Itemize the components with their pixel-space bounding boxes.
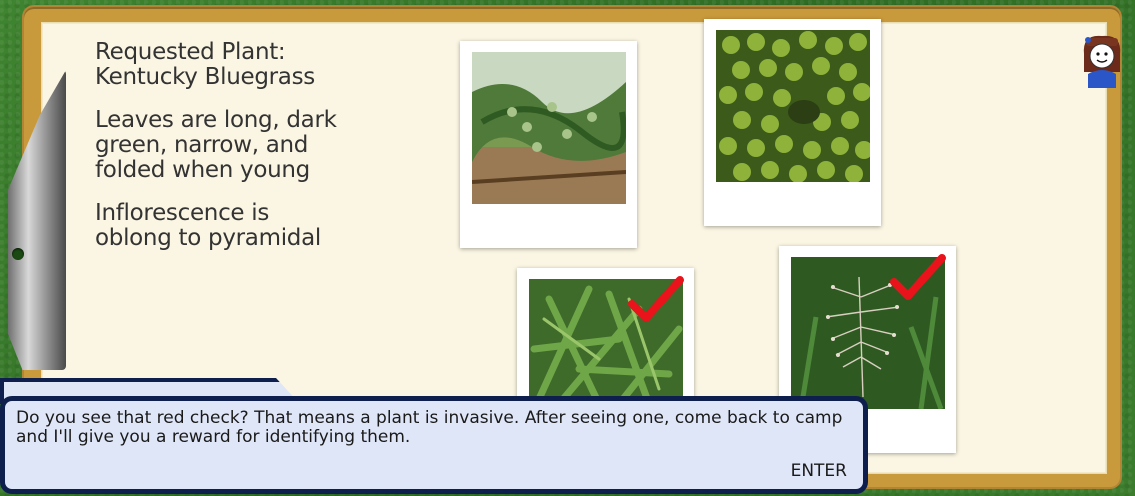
photo-card-juniper[interactable] xyxy=(460,41,637,248)
leaf-clue: Leaves are long, dark green, narrow, and… xyxy=(95,108,395,183)
dialog-box: Do you see that red check? That means a … xyxy=(0,396,868,494)
inflorescence-clue-line: Inflorescence is xyxy=(95,200,270,226)
photo-card-duckweed[interactable] xyxy=(704,19,881,226)
enter-button[interactable]: ENTER xyxy=(791,461,847,481)
requested-plant-name: Kentucky Bluegrass xyxy=(95,64,315,90)
player-avatar-icon[interactable] xyxy=(1076,32,1128,92)
leaf-clue-line: folded when young xyxy=(95,157,310,183)
invasive-check-icon xyxy=(628,276,684,322)
plant-notes: Requested Plant: Kentucky Bluegrass Leav… xyxy=(95,40,395,269)
requested-plant-block: Requested Plant: Kentucky Bluegrass xyxy=(95,40,395,90)
dialog-text: Do you see that red check? That means a … xyxy=(16,408,843,447)
leaf-clue-line: Leaves are long, dark xyxy=(95,107,337,133)
invasive-check-icon xyxy=(890,254,946,300)
clipboard-clip-hole xyxy=(12,248,24,260)
photo-juniper-image xyxy=(472,52,626,204)
requested-plant-label: Requested Plant: xyxy=(95,39,286,65)
inflorescence-clue-line: oblong to pyramidal xyxy=(95,225,321,251)
photo-duckweed-image xyxy=(716,30,870,182)
leaf-clue-line: green, narrow, and xyxy=(95,132,309,158)
inflorescence-clue: Inflorescence is oblong to pyramidal xyxy=(95,201,395,251)
